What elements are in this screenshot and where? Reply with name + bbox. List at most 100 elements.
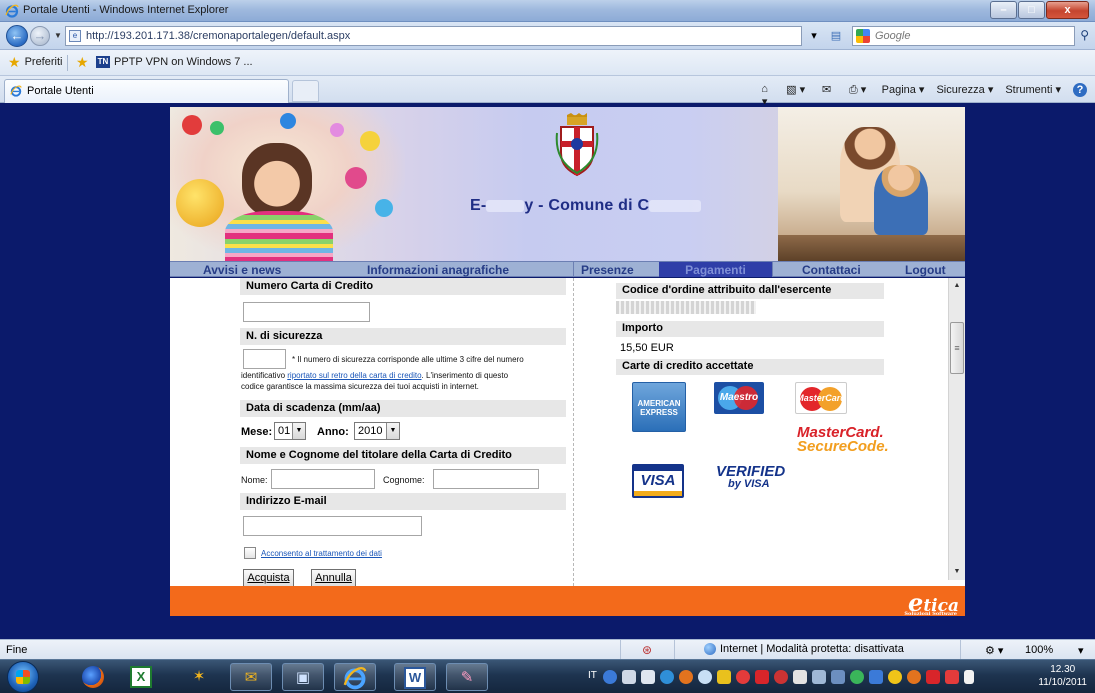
tray-icon-2[interactable]	[679, 670, 693, 684]
menu-avvisi[interactable]: Avvisi e news	[203, 263, 281, 277]
consent-link[interactable]: Acconsento al trattamento dei dati	[261, 549, 382, 558]
tray-icon-10[interactable]	[831, 670, 845, 684]
excel-taskbar-icon[interactable]: X	[120, 663, 162, 691]
tray-icon-11[interactable]	[850, 670, 864, 684]
forward-button[interactable]: →	[30, 26, 50, 46]
month-select[interactable]: 01 ▼	[274, 422, 306, 440]
tray-icon-14[interactable]	[907, 670, 921, 684]
window-controls: – □ x	[989, 1, 1089, 19]
recent-pages-dropdown-icon[interactable]: ▼	[54, 31, 62, 40]
email-heading: Indirizzo E-mail	[240, 493, 566, 510]
tray-icon-7[interactable]	[774, 670, 788, 684]
tray-icon-5[interactable]	[736, 670, 750, 684]
status-separator	[960, 640, 961, 660]
year-select[interactable]: 2010 ▼	[354, 422, 400, 440]
address-toolbar: ← → ▼ e http://193.201.171.38/cremonapor…	[0, 22, 1095, 50]
start-button[interactable]	[7, 661, 39, 693]
zoom-level[interactable]: 100%	[1025, 644, 1053, 656]
tray-icon-15[interactable]	[926, 670, 940, 684]
child-figure	[874, 165, 928, 235]
language-indicator[interactable]: IT	[588, 670, 597, 681]
consent-checkbox[interactable]	[244, 547, 256, 559]
clock[interactable]: 12.30 11/10/2011	[1038, 663, 1087, 689]
protected-mode-icon[interactable]: ⚙ ▾	[985, 644, 1003, 657]
card-number-heading: Numero Carta di Credito	[240, 278, 566, 295]
menu-presenze[interactable]: Presenze	[581, 263, 634, 277]
ie-taskbar-icon[interactable]	[334, 663, 376, 691]
menu-logout[interactable]: Logout	[905, 263, 946, 277]
security-note-pre: identificativo	[241, 371, 288, 380]
scroll-down-icon[interactable]: ▼	[949, 564, 965, 580]
tray-icon-6[interactable]	[755, 670, 769, 684]
tray-icon-8[interactable]	[793, 670, 807, 684]
email-input[interactable]	[243, 516, 422, 536]
windows-taskbar: X ✶ ✉ ▣ W ✎ IT 12.30 11/10/2011	[0, 659, 1095, 693]
card-number-input[interactable]	[243, 302, 370, 322]
forward-arrow-icon: →	[33, 28, 47, 43]
first-name-input[interactable]	[271, 469, 375, 489]
favorites-separator	[67, 55, 68, 71]
expiry-heading: Data di scadenza (mm/aa)	[240, 400, 566, 417]
tray-icon-1[interactable]	[660, 670, 674, 684]
help-tray-icon[interactable]	[603, 670, 617, 684]
tray-icon-9[interactable]	[812, 670, 826, 684]
maestro-logo: Maestro	[714, 382, 764, 414]
ie-icon	[343, 667, 367, 690]
ie-tab-icon	[10, 85, 22, 97]
tray-icon-3[interactable]	[698, 670, 712, 684]
security-code-input[interactable]	[243, 349, 286, 369]
tab-label: Portale Utenti	[27, 85, 94, 97]
new-tab-button[interactable]	[292, 80, 319, 102]
system-tray	[603, 670, 974, 684]
compatibility-icon[interactable]: ▤	[828, 28, 844, 44]
tab-portale-utenti[interactable]: Portale Utenti	[4, 79, 289, 103]
mastercard-label: MasterCard	[796, 393, 846, 403]
outlook-taskbar-icon[interactable]: ✉	[230, 663, 272, 691]
card-back-link[interactable]: riportato sul retro della carta di credi…	[287, 371, 421, 380]
volume-tray-icon[interactable]	[641, 670, 655, 684]
menu-pagamenti[interactable]: Pagamenti	[659, 262, 772, 277]
ornament-ball	[375, 199, 393, 217]
page-icon: e	[69, 30, 81, 42]
security-zone[interactable]: Internet | Modalità protetta: disattivat…	[704, 643, 904, 655]
tray-icon-16[interactable]	[945, 670, 959, 684]
panel-scrollbar[interactable]: ▲ ≡ ▼	[948, 278, 965, 580]
security-zone-label: Internet | Modalità protetta: disattivat…	[720, 643, 904, 655]
menu-contattaci[interactable]: Contattaci	[802, 263, 861, 277]
kitchen-table	[778, 235, 965, 261]
firefox-taskbar-icon[interactable]	[72, 663, 114, 691]
favorites-bar: ★ Preferiti ★ TN PPTP VPN on Windows 7 .…	[0, 50, 1095, 76]
tray-icon-4[interactable]	[717, 670, 731, 684]
last-name-input[interactable]	[433, 469, 539, 489]
scroll-up-icon[interactable]: ▲	[949, 278, 965, 294]
action-center-icon[interactable]	[964, 670, 974, 684]
ornament-ball	[176, 179, 224, 227]
network-tray-icon[interactable]	[622, 670, 636, 684]
tray-icon-12[interactable]	[869, 670, 883, 684]
help-icon[interactable]: ?	[1073, 83, 1087, 97]
remote-desktop-taskbar-icon[interactable]: ▣	[282, 663, 324, 691]
vbv-line-1: VERIFIED	[716, 463, 786, 480]
maximize-button[interactable]: □	[1018, 1, 1045, 19]
ornament-ball	[330, 123, 344, 137]
paint-taskbar-icon[interactable]: ✎	[446, 663, 488, 691]
privacy-icon[interactable]: ⊛	[642, 643, 652, 657]
ornament-ball	[182, 115, 202, 135]
close-button[interactable]: x	[1046, 1, 1089, 19]
scroll-thumb[interactable]: ≡	[950, 322, 964, 374]
favorites-button[interactable]: ★ Preferiti	[8, 55, 62, 69]
search-input[interactable]: Google	[852, 26, 1075, 46]
address-input[interactable]: e http://193.201.171.38/cremonaportalege…	[65, 26, 802, 46]
minimize-button[interactable]: –	[990, 1, 1017, 19]
word-taskbar-icon[interactable]: W	[394, 663, 436, 691]
dropdown-icon[interactable]: ▾	[806, 28, 822, 44]
back-button[interactable]: ←	[6, 25, 28, 47]
tray-icon-13[interactable]	[888, 670, 902, 684]
zoom-dropdown-icon[interactable]: ▾	[1078, 644, 1084, 657]
search-icon[interactable]: ⚲	[1080, 28, 1089, 42]
accepted-cards-heading: Carte di credito accettate	[616, 359, 884, 375]
add-favorite-button[interactable]: ★	[76, 55, 89, 69]
menu-anagrafica[interactable]: Informazioni anagrafiche	[367, 263, 509, 277]
network-taskbar-icon[interactable]: ✶	[178, 663, 220, 691]
favorite-link-pptp[interactable]: TN PPTP VPN on Windows 7 ...	[96, 56, 253, 68]
